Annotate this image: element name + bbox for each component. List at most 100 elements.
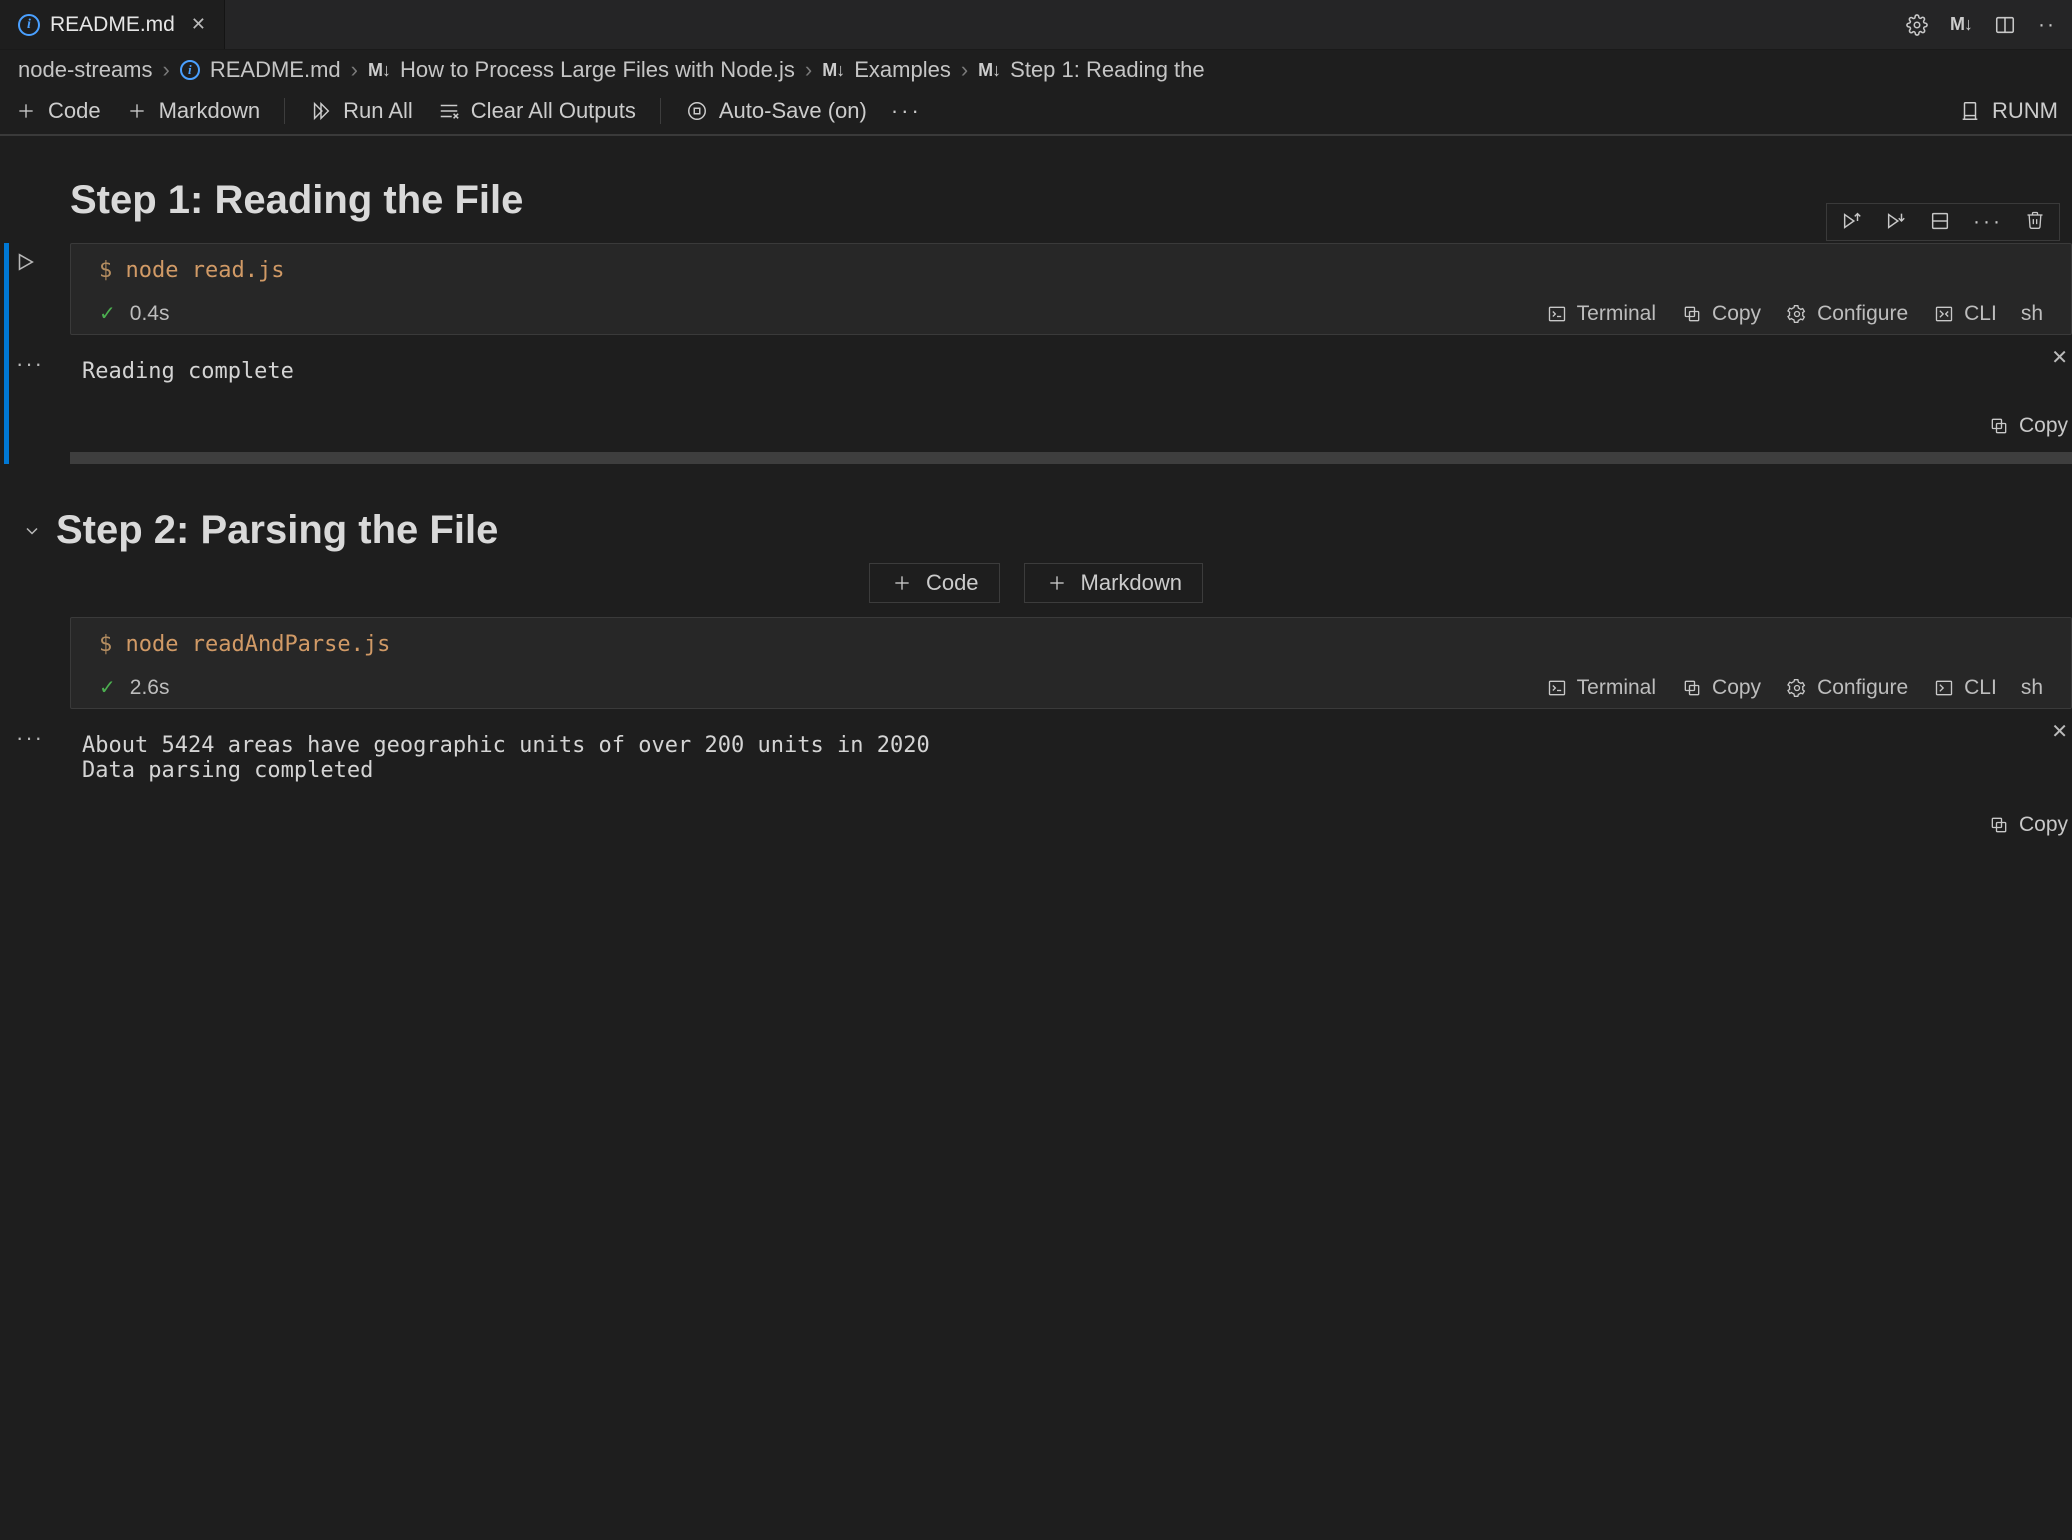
output-more-icon[interactable]: ··· [16, 725, 44, 751]
cli-button[interactable]: CLI [1932, 302, 1997, 326]
notebook-body: Step 1: Reading the File ··· $ node read… [0, 136, 2072, 1528]
cell-code-area[interactable]: $ node read.js ✓ 0.4s Terminal Copy [70, 243, 2072, 335]
success-check-icon: ✓ [99, 675, 116, 700]
breadcrumb: node-streams › i README.md › M↓ How to P… [0, 50, 2072, 90]
insert-bar: Code Markdown [0, 563, 2072, 603]
shell-command: node readAndParse.js [126, 632, 391, 657]
plus-icon [1045, 571, 1069, 595]
clear-outputs-label: Clear All Outputs [471, 98, 636, 124]
tabbar: i README.md ✕ M↓ ·· [0, 0, 2072, 50]
server-icon [1958, 99, 1982, 123]
cli-label: CLI [1964, 676, 1997, 700]
divider [284, 98, 285, 124]
cell-floating-toolbar: ··· [1826, 203, 2060, 241]
heading-step1: Step 1: Reading the File [0, 136, 2072, 243]
close-icon[interactable]: ✕ [191, 14, 206, 35]
shell-command: node read.js [126, 258, 285, 283]
gear-icon[interactable] [1906, 14, 1928, 36]
success-check-icon: ✓ [99, 301, 116, 326]
add-code-button[interactable]: Code [14, 98, 101, 124]
terminal-label: Terminal [1577, 676, 1656, 700]
chevron-right-icon: › [961, 57, 968, 83]
run-all-icon [309, 99, 333, 123]
configure-button[interactable]: Configure [1785, 302, 1908, 326]
heading-step2: Step 2: Parsing the File [56, 508, 498, 553]
cell-output-wrap: ··· ✕ About 5424 areas have geographic u… [70, 717, 2072, 845]
tab-readme[interactable]: i README.md ✕ [0, 0, 225, 49]
split-editor-icon[interactable] [1994, 14, 2016, 36]
shell-language[interactable]: sh [2021, 302, 2043, 326]
heading-row-step2: Step 2: Parsing the File [0, 464, 2072, 553]
plus-icon [125, 99, 149, 123]
shell-prompt: $ [99, 258, 112, 283]
notebook-toolbar: Code Markdown Run All Clear All Outputs … [0, 90, 2072, 134]
execute-below-icon[interactable] [1885, 210, 1907, 234]
run-all-button[interactable]: Run All [309, 98, 413, 124]
open-terminal-button[interactable]: Terminal [1545, 302, 1656, 326]
kernel-label: RUNM [1992, 98, 2058, 124]
insert-markdown-label: Markdown [1081, 570, 1182, 596]
tabs: i README.md ✕ [0, 0, 225, 49]
breadcrumb-heading-2[interactable]: Examples [854, 57, 951, 83]
breadcrumb-heading-3[interactable]: Step 1: Reading the [1010, 57, 1204, 83]
insert-markdown-button[interactable]: Markdown [1024, 563, 1203, 603]
output-more-icon[interactable]: ··· [16, 351, 44, 377]
more-actions-button[interactable]: ··· [891, 98, 922, 124]
plus-icon [890, 571, 914, 595]
more-icon[interactable]: ··· [1973, 210, 2003, 234]
close-output-icon[interactable]: ✕ [2051, 719, 2068, 744]
autosave-button[interactable]: Auto-Save (on) [685, 98, 867, 124]
split-cell-icon[interactable] [1929, 210, 1951, 234]
run-cell-icon[interactable] [14, 251, 36, 273]
autosave-label: Auto-Save (on) [719, 98, 867, 124]
clear-outputs-button[interactable]: Clear All Outputs [437, 98, 636, 124]
open-terminal-button[interactable]: Terminal [1545, 676, 1656, 700]
close-output-icon[interactable]: ✕ [2051, 345, 2068, 370]
insert-code-label: Code [926, 570, 979, 596]
markdown-heading-icon: M↓ [978, 60, 1000, 81]
cli-icon [1932, 676, 1956, 700]
tabbar-actions: M↓ ·· [1906, 0, 2072, 49]
copy-command-button[interactable]: Copy [1680, 676, 1761, 700]
terminal-label: Terminal [1577, 302, 1656, 326]
cell-output: Reading complete [70, 343, 2072, 396]
cli-label: CLI [1964, 302, 1997, 326]
shell-language[interactable]: sh [2021, 676, 2043, 700]
code-cell-2[interactable]: $ node readAndParse.js ✓ 2.6s Terminal [70, 617, 2072, 845]
chevron-down-icon[interactable] [22, 521, 42, 541]
delete-cell-icon[interactable] [2025, 210, 2045, 234]
breadcrumb-root[interactable]: node-streams [18, 57, 153, 83]
copy-label: Copy [1712, 302, 1761, 326]
markdown-preview-icon[interactable]: M↓ [1950, 14, 1972, 35]
cell-gutter [14, 251, 36, 273]
terminal-icon [1545, 302, 1569, 326]
breadcrumb-file[interactable]: README.md [210, 57, 341, 83]
execution-duration: 2.6s [130, 676, 170, 700]
chevron-right-icon: › [805, 57, 812, 83]
copy-output-button[interactable]: Copy [2019, 414, 2068, 438]
cell-divider [70, 452, 2072, 464]
cli-icon [1932, 302, 1956, 326]
add-markdown-button[interactable]: Markdown [125, 98, 260, 124]
active-cell-marker [4, 343, 9, 464]
code-cell-1[interactable]: ··· $ node read.js ✓ 0.4s Terminal [70, 243, 2072, 464]
kernel-selector[interactable]: RUNM [1958, 98, 2058, 124]
info-icon: i [18, 14, 40, 36]
shell-prompt: $ [99, 632, 112, 657]
insert-code-button[interactable]: Code [869, 563, 1000, 603]
markdown-heading-icon: M↓ [822, 60, 844, 81]
configure-label: Configure [1817, 676, 1908, 700]
execute-above-icon[interactable] [1841, 210, 1863, 234]
markdown-heading-icon: M↓ [368, 60, 390, 81]
execution-duration: 0.4s [130, 302, 170, 326]
copy-command-button[interactable]: Copy [1680, 302, 1761, 326]
copy-icon [1987, 414, 2011, 438]
cell-code-area[interactable]: $ node readAndParse.js ✓ 2.6s Terminal [70, 617, 2072, 709]
copy-output-button[interactable]: Copy [2019, 813, 2068, 837]
more-icon[interactable]: ·· [2038, 13, 2056, 37]
breadcrumb-heading-1[interactable]: How to Process Large Files with Node.js [400, 57, 795, 83]
copy-icon [1987, 813, 2011, 837]
configure-button[interactable]: Configure [1785, 676, 1908, 700]
cli-button[interactable]: CLI [1932, 676, 1997, 700]
gear-icon [1785, 302, 1809, 326]
